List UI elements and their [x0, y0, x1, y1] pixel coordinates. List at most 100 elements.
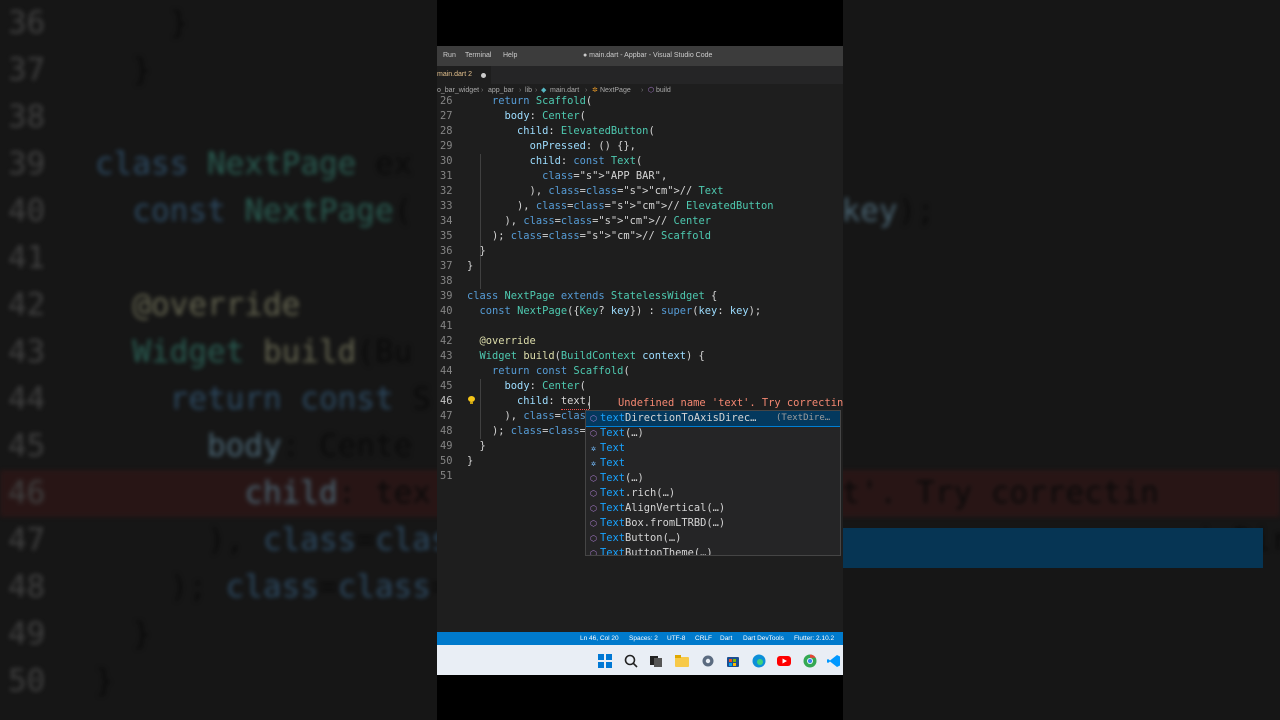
code-line[interactable]: 37}: [437, 259, 843, 274]
line-number: 51: [440, 470, 453, 482]
line-number: 50: [440, 455, 453, 467]
line-number: 30: [440, 155, 453, 167]
code-editor[interactable]: 26 return Scaffold(27 body: Center(28 ch…: [437, 94, 843, 638]
code-line[interactable]: 41: [437, 319, 843, 334]
unsaved-dot-icon[interactable]: [481, 73, 486, 78]
line-number: 32: [440, 185, 453, 197]
suggestion-match: Text: [600, 427, 626, 439]
suggestion-item[interactable]: ⬡ TextAlignVertical(…): [586, 501, 840, 516]
window-title: ● main.dart - Appbar - Visual Studio Cod…: [583, 52, 713, 59]
windows-start-icon[interactable]: [598, 653, 612, 668]
code-line[interactable]: 33 ), class=class="s">"cm">// ElevatedBu…: [437, 199, 843, 214]
suggestion-label: Text: [600, 456, 625, 471]
cursor-position[interactable]: Ln 46, Col 20: [580, 632, 619, 645]
suggestion-rest: Button(…): [625, 532, 682, 544]
suggestion-item[interactable]: ⬡ Text.rich(…): [586, 486, 840, 501]
suggestion-label: TextButtonTheme(…): [600, 546, 713, 556]
code-line[interactable]: 45 body: Center(: [437, 379, 843, 394]
code-line[interactable]: 43 Widget build(BuildContext context) {: [437, 349, 843, 364]
edge-icon[interactable]: [752, 653, 766, 668]
suggestion-label: TextButton(…): [600, 531, 681, 546]
line-number: 27: [440, 110, 453, 122]
method-icon: ⬡: [590, 429, 597, 438]
language-mode[interactable]: Dart: [720, 632, 732, 645]
vscode-icon[interactable]: [827, 653, 841, 667]
line-number: 38: [440, 275, 453, 287]
code-line[interactable]: 39 class NextPage extends StatelessWidget…: [437, 289, 843, 304]
line-number: 35: [440, 230, 453, 242]
line-number: 46: [440, 395, 453, 407]
tab-bar: main.dart 2: [437, 66, 843, 84]
indentation[interactable]: Spaces: 2: [629, 632, 658, 645]
code-line[interactable]: 27 body: Center(: [437, 109, 843, 124]
line-number: 42: [440, 335, 453, 347]
line-ending[interactable]: CRLF: [695, 632, 712, 645]
line-code: onPressed: () {},: [529, 140, 636, 152]
line-code: }: [467, 440, 486, 452]
code-line[interactable]: 31 class="s">"APP BAR",: [437, 169, 843, 184]
method-icon: ⬡: [590, 414, 597, 423]
suggestion-item[interactable]: ✲ Text: [586, 441, 840, 456]
chrome-icon[interactable]: [803, 653, 817, 668]
suggestion-match: Text: [600, 532, 626, 544]
lightbulb-icon[interactable]: [468, 396, 475, 404]
menu-terminal[interactable]: Terminal: [465, 52, 491, 59]
suggestion-item[interactable]: ⬡ Text(…): [586, 471, 840, 486]
code-line[interactable]: 42 @override: [437, 334, 843, 349]
code-line[interactable]: 44 return const Scaffold(: [437, 364, 843, 379]
line-number: 29: [440, 140, 453, 152]
task-view-icon[interactable]: [649, 653, 663, 667]
line-number: 49: [440, 440, 453, 452]
youtube-icon[interactable]: [777, 653, 791, 667]
suggestion-rest: (…): [625, 427, 644, 439]
code-line[interactable]: 28 child: ElevatedButton(: [437, 124, 843, 139]
code-line[interactable]: 32 ), class=class="s">"cm">// Text: [437, 184, 843, 199]
method-icon: ⬡: [590, 474, 597, 483]
suggestion-item[interactable]: ⬡ Text(…): [586, 426, 840, 441]
suggestion-label: textDirectionToAxisDirec…: [600, 411, 756, 426]
title-bar: Run Terminal Help ● main.dart - Appbar -…: [437, 46, 843, 66]
line-code: Widget build(BuildContext context) {: [479, 350, 705, 362]
code-line[interactable]: 34 ), class=class="s">"cm">// Center: [437, 214, 843, 229]
suggestion-item[interactable]: ⬡ TextBox.fromLTRBD(…): [586, 516, 840, 531]
code-line[interactable]: 36 }: [437, 244, 843, 259]
store-icon[interactable]: [726, 653, 740, 667]
line-code: }: [467, 245, 486, 257]
menu-help[interactable]: Help: [503, 52, 517, 59]
search-icon[interactable]: [624, 653, 638, 668]
method-icon: ⬡: [590, 504, 597, 513]
code-line[interactable]: 35 ); class=class="s">"cm">// Scaffold: [437, 229, 843, 244]
menu-run[interactable]: Run: [443, 52, 456, 59]
line-code: }: [467, 455, 474, 467]
suggestion-rest: ButtonTheme(…): [625, 547, 713, 556]
suggestion-item[interactable]: ✲ Text: [586, 456, 840, 471]
suggestion-item[interactable]: ⬡ textDirectionToAxisDirec… (TextDire…: [586, 411, 840, 427]
line-code: class="s">"APP BAR",: [542, 170, 668, 182]
suggestion-match: Text: [600, 517, 626, 529]
line-code: @override: [479, 335, 536, 347]
suggestion-item[interactable]: ⬡ TextButton(…): [586, 531, 840, 546]
file-explorer-icon[interactable]: [675, 653, 689, 667]
vscode-window: Run Terminal Help ● main.dart - Appbar -…: [437, 46, 843, 675]
code-line[interactable]: 30 child: const Text(: [437, 154, 843, 169]
code-line[interactable]: 26 return Scaffold(: [437, 94, 843, 109]
suggestion-label: Text(…): [600, 471, 644, 486]
line-number: 47: [440, 410, 453, 422]
code-line[interactable]: 40 const NextPage({Key? key}) : super(ke…: [437, 304, 843, 319]
class-icon: ✲: [591, 459, 596, 468]
dart-devtools[interactable]: Dart DevTools: [743, 632, 784, 645]
settings-icon[interactable]: [701, 653, 715, 667]
line-code: ); class=class="s">"cm">// Scaffold: [467, 230, 711, 242]
suggestion-match: Text: [600, 472, 626, 484]
suggestion-label: Text.rich(…): [600, 486, 675, 501]
encoding[interactable]: UTF-8: [667, 632, 685, 645]
method-icon: ⬡: [590, 489, 597, 498]
code-line[interactable]: 38: [437, 274, 843, 289]
code-line[interactable]: 29 onPressed: () {},: [437, 139, 843, 154]
suggestion-match: text: [600, 412, 626, 424]
suggestion-widget[interactable]: ⬡ textDirectionToAxisDirec… (TextDire… ⬡ Tex…: [585, 410, 841, 556]
suggestion-item[interactable]: ⬡ TextButtonTheme(…): [586, 546, 840, 556]
tab-main-dart[interactable]: main.dart 2: [437, 66, 491, 84]
flutter-version[interactable]: Flutter: 2.10.2: [794, 632, 834, 645]
line-code: class NextPage extends StatelessWidget {: [467, 290, 718, 302]
